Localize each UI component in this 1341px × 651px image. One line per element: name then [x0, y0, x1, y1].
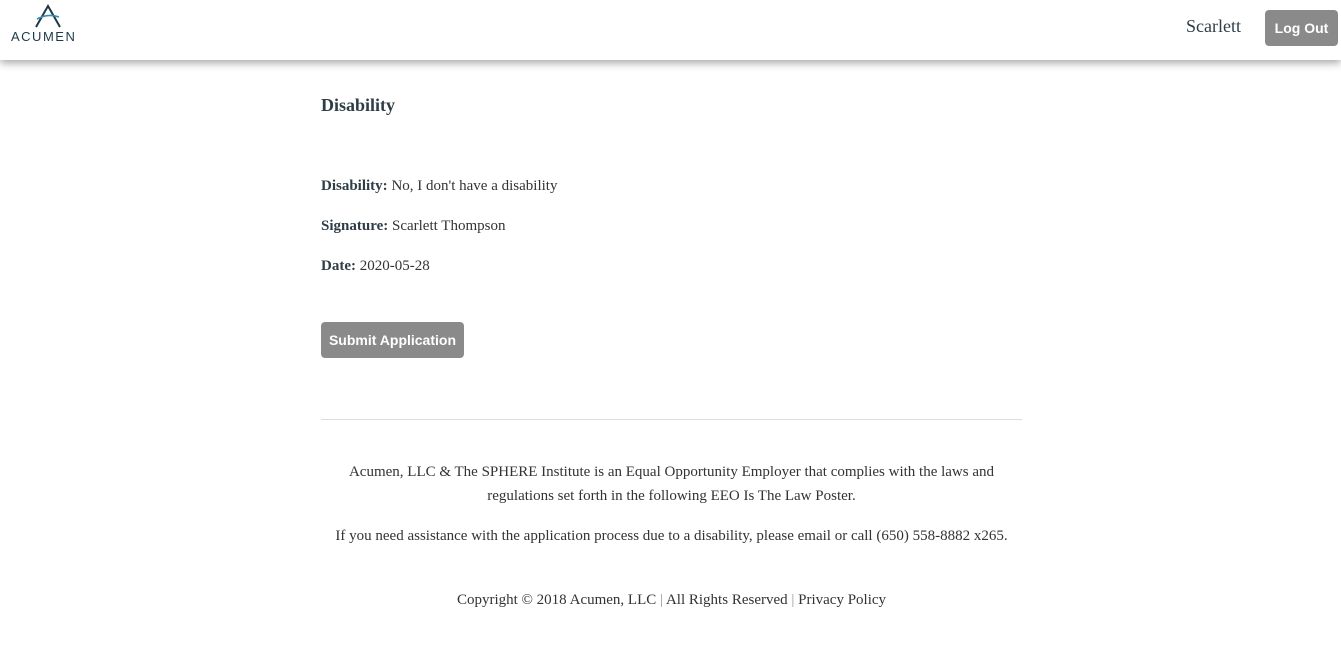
assistance-statement: If you need assistance with the applicat… [335, 528, 1008, 544]
top-nav-bar: ACUMEN Scarlett Log Out [0, 0, 1341, 60]
logo-wordmark: ACUMEN [11, 29, 77, 44]
copyright-line: Copyright © 2018 Acumen, LLC | All Right… [321, 588, 1022, 612]
separator: | [660, 592, 664, 608]
disability-field: Disability: No, I don't have a disabilit… [321, 178, 557, 195]
page-title: Disability [321, 95, 396, 115]
rights-text: All Rights Reserved [665, 592, 788, 608]
date-label: Date: [321, 258, 356, 274]
copyright-text: Copyright © 2018 Acumen, LLC [456, 592, 657, 608]
privacy-policy-link[interactable]: Privacy Policy [798, 592, 886, 608]
submit-application-button[interactable]: Submit Application [321, 322, 464, 358]
eeo-statement: Acumen, LLC & The SPHERE Institute is an… [348, 464, 995, 504]
logout-button[interactable]: Log Out [1265, 10, 1338, 46]
separator: | [791, 592, 795, 608]
date-field: Date: 2020-05-28 [321, 258, 430, 275]
signature-label: Signature: [321, 218, 389, 234]
disability-value: No, I don't have a disability [391, 178, 558, 194]
disability-label: Disability: [321, 178, 388, 194]
acumen-logo-mark-icon [35, 4, 61, 28]
footer-divider [321, 419, 1022, 420]
acumen-logo[interactable]: ACUMEN [11, 4, 85, 46]
signature-value: Scarlett Thompson [391, 218, 506, 234]
date-value: 2020-05-28 [359, 258, 430, 274]
user-name: Scarlett [1186, 16, 1241, 36]
signature-field: Signature: Scarlett Thompson [321, 218, 505, 235]
